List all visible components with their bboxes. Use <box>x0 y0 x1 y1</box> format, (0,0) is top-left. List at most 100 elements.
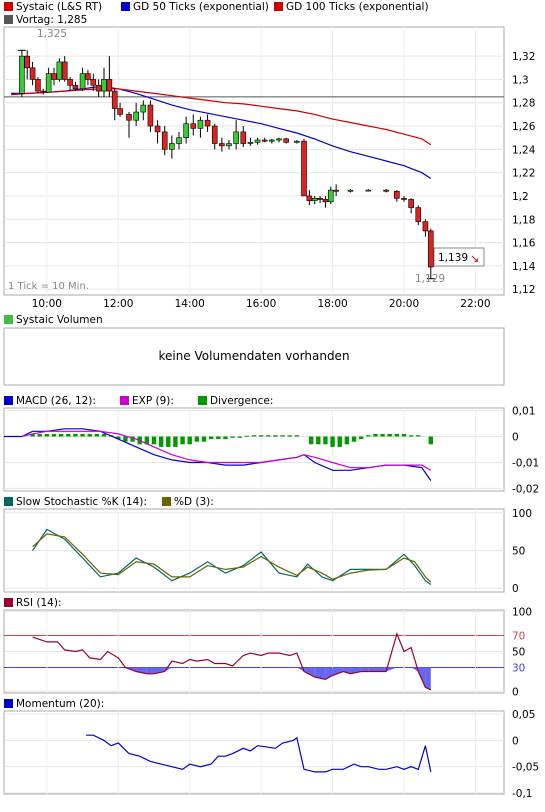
candle-down <box>383 189 389 192</box>
divergence-bar <box>280 435 285 437</box>
y-tick-label: 70 <box>512 631 525 643</box>
x-tick-label: 12:00 <box>103 298 133 310</box>
legend-swatch-prev <box>4 15 13 24</box>
divergence-bar <box>358 436 364 440</box>
low-annotation: 1,129 <box>415 273 445 285</box>
candle-up <box>276 138 282 141</box>
candle-down <box>427 230 434 268</box>
legend-volume-label: Systaic Volumen <box>16 314 103 326</box>
divergence-bar <box>351 436 357 442</box>
y-tick-label: 1,28 <box>512 98 535 110</box>
candle-up <box>101 79 107 92</box>
stochastic-legend: Slow Stochastic %K (14): %D (3): <box>4 496 214 508</box>
y-tick-label: 1,2 <box>512 191 529 203</box>
candle-up <box>45 73 52 93</box>
divergence-bar <box>201 436 207 442</box>
divergence-bar <box>316 436 321 445</box>
oversold-area <box>425 667 431 690</box>
tick-interval-note: 1 Tick = 10 Min. <box>8 281 89 292</box>
candle-down <box>90 79 97 86</box>
divergence-bar <box>166 436 171 447</box>
candle-down <box>35 79 41 92</box>
candle-down <box>29 67 36 80</box>
candle-down <box>306 195 313 201</box>
candle-up <box>79 73 86 90</box>
divergence-bar <box>230 436 235 438</box>
candle-down <box>240 131 247 144</box>
y-tick-label: 1,18 <box>512 214 535 226</box>
legend-swatch-exp <box>120 396 129 405</box>
candle-down <box>261 139 268 142</box>
oversold-area <box>379 667 387 672</box>
y-tick-label: -0,1 <box>512 788 533 800</box>
candle-down <box>85 73 91 80</box>
divergence-bar <box>216 436 221 440</box>
candle-up <box>169 143 175 150</box>
candle-down <box>190 123 197 129</box>
candle-up <box>140 104 147 113</box>
momentum-panel-frame <box>3 710 505 795</box>
candle-up <box>176 137 182 144</box>
divergence-bar <box>66 433 71 437</box>
candle-down <box>24 55 31 69</box>
candle-down <box>154 125 161 133</box>
candle-down <box>147 104 154 127</box>
divergence-bar <box>416 435 421 437</box>
legend-slowk-label: Slow Stochastic %K (14): <box>16 496 147 508</box>
y-tick-label: 1,32 <box>512 51 535 63</box>
rsi-y-tick-labels: 100 70 50 30 0 <box>512 607 532 699</box>
candle-down <box>394 190 400 199</box>
x-tick-label: 20:00 <box>389 298 419 310</box>
candle-down <box>333 189 339 192</box>
divergence-bar <box>394 433 400 437</box>
price-x-tick-labels: 10:00 12:00 14:00 16:00 18:00 20:00 22:00 <box>32 298 491 310</box>
divergence-bar <box>187 436 192 445</box>
candle-up <box>197 119 204 129</box>
candle-down <box>219 143 225 147</box>
candle-down <box>40 90 47 93</box>
price-y-tick-labels: 1,32 1,3 1,28 1,26 1,24 1,22 1,2 1,18 1,16 1,14 1,… <box>512 51 536 296</box>
candle-down <box>408 199 414 208</box>
divergence-bar <box>287 435 292 437</box>
candle-down <box>67 79 73 86</box>
legend-divergence-label: Divergence: <box>210 395 273 407</box>
divergence-bar <box>330 436 335 447</box>
divergence-bar <box>294 435 300 437</box>
divergence-bar <box>251 435 257 437</box>
y-tick-label: 0,05 <box>512 709 535 721</box>
y-tick-label: 50 <box>512 647 525 659</box>
candle-down <box>111 90 118 109</box>
divergence-bar <box>258 435 264 437</box>
candle-down <box>211 125 218 144</box>
candle-down <box>51 73 57 80</box>
candle-down <box>161 131 168 150</box>
y-tick-label: 1,26 <box>512 121 536 133</box>
x-tick-label: 16:00 <box>246 298 276 310</box>
legend-swatch-price <box>4 2 13 11</box>
y-tick-label: 0 <box>512 686 519 698</box>
y-tick-label: -0,02 <box>512 483 539 495</box>
y-tick-label: 0 <box>512 583 519 595</box>
no-volume-message: keine Volumendaten vorhanden <box>158 349 349 363</box>
legend-swatch-rsi <box>4 598 13 607</box>
divergence-bar <box>87 433 92 437</box>
divergence-bar <box>37 433 42 437</box>
legend-swatch-gd50 <box>121 2 130 11</box>
momentum-y-tick-labels: 0,05 0 -0,05 -0,1 <box>512 709 539 800</box>
divergence-bar <box>308 436 314 445</box>
candle-up <box>294 140 300 143</box>
candle-up <box>183 123 189 138</box>
legend-swatch-gd100 <box>274 2 283 11</box>
y-tick-label: 50 <box>512 546 525 558</box>
divergence-bar <box>180 436 185 445</box>
stochastic-y-tick-labels: 100 50 0 <box>512 508 532 595</box>
divergence-bar <box>151 436 157 445</box>
legend-price-label: Systaic (L&S RT) <box>16 1 102 13</box>
candle-up <box>133 111 139 121</box>
x-tick-label: 14:00 <box>175 298 205 310</box>
legend-momentum-label: Momentum (20): <box>16 698 104 710</box>
divergence-bar <box>337 436 342 447</box>
candle-down <box>422 221 429 232</box>
candle-up <box>247 142 254 144</box>
divergence-bar <box>237 436 242 438</box>
